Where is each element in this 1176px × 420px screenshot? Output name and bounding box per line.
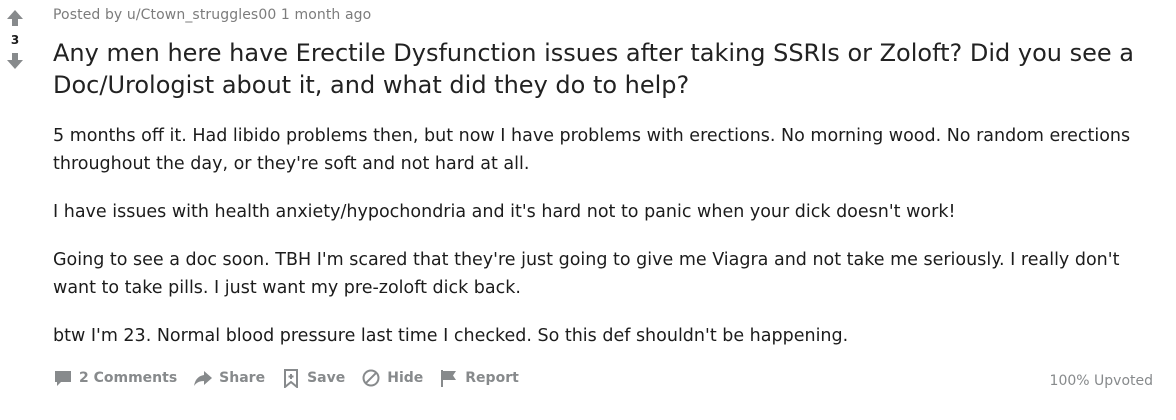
comments-button[interactable]: 2 Comments [53,368,177,388]
downvote-button[interactable] [3,49,27,73]
save-label: Save [307,370,346,386]
share-label: Share [219,370,266,386]
report-icon [441,370,457,387]
vote-column: 3 [0,6,30,73]
posted-by-label: Posted by [53,7,123,23]
post-title[interactable]: Any men here have Erectile Dysfunction i… [53,37,1153,101]
post-paragraph: 5 months off it. Had libido problems the… [53,126,1131,174]
downvote-icon [7,53,23,69]
comments-label: 2 Comments [79,370,178,386]
save-icon [284,369,299,388]
save-button[interactable]: Save [281,368,345,388]
post-meta: Posted by u/Ctown_struggles00 1 month ag… [53,7,371,23]
author-link[interactable]: u/Ctown_struggles00 [127,7,276,23]
post-paragraph: Going to see a doc soon. TBH I'm scared … [53,250,1120,298]
hide-label: Hide [387,370,424,386]
post-time[interactable]: 1 month ago [281,7,371,23]
report-button[interactable]: Report [439,368,519,388]
post-paragraph: I have issues with health anxiety/hypoch… [53,202,956,222]
upvote-ratio: 100% Upvoted [1049,373,1153,389]
post-body: 5 months off it. Had libido problems the… [53,122,1143,370]
upvote-button[interactable] [3,6,27,30]
report-label: Report [465,370,519,386]
post-actions-bar: 2 Comments Share Save Hide Report [53,368,535,388]
comment-icon [55,371,71,386]
vote-count: 3 [10,33,20,47]
share-icon [194,371,213,386]
hide-icon [362,369,380,387]
hide-button[interactable]: Hide [361,368,423,388]
share-button[interactable]: Share [193,368,265,388]
upvote-icon [7,10,23,26]
post-paragraph: btw I'm 23. Normal blood pressure last t… [53,326,849,346]
